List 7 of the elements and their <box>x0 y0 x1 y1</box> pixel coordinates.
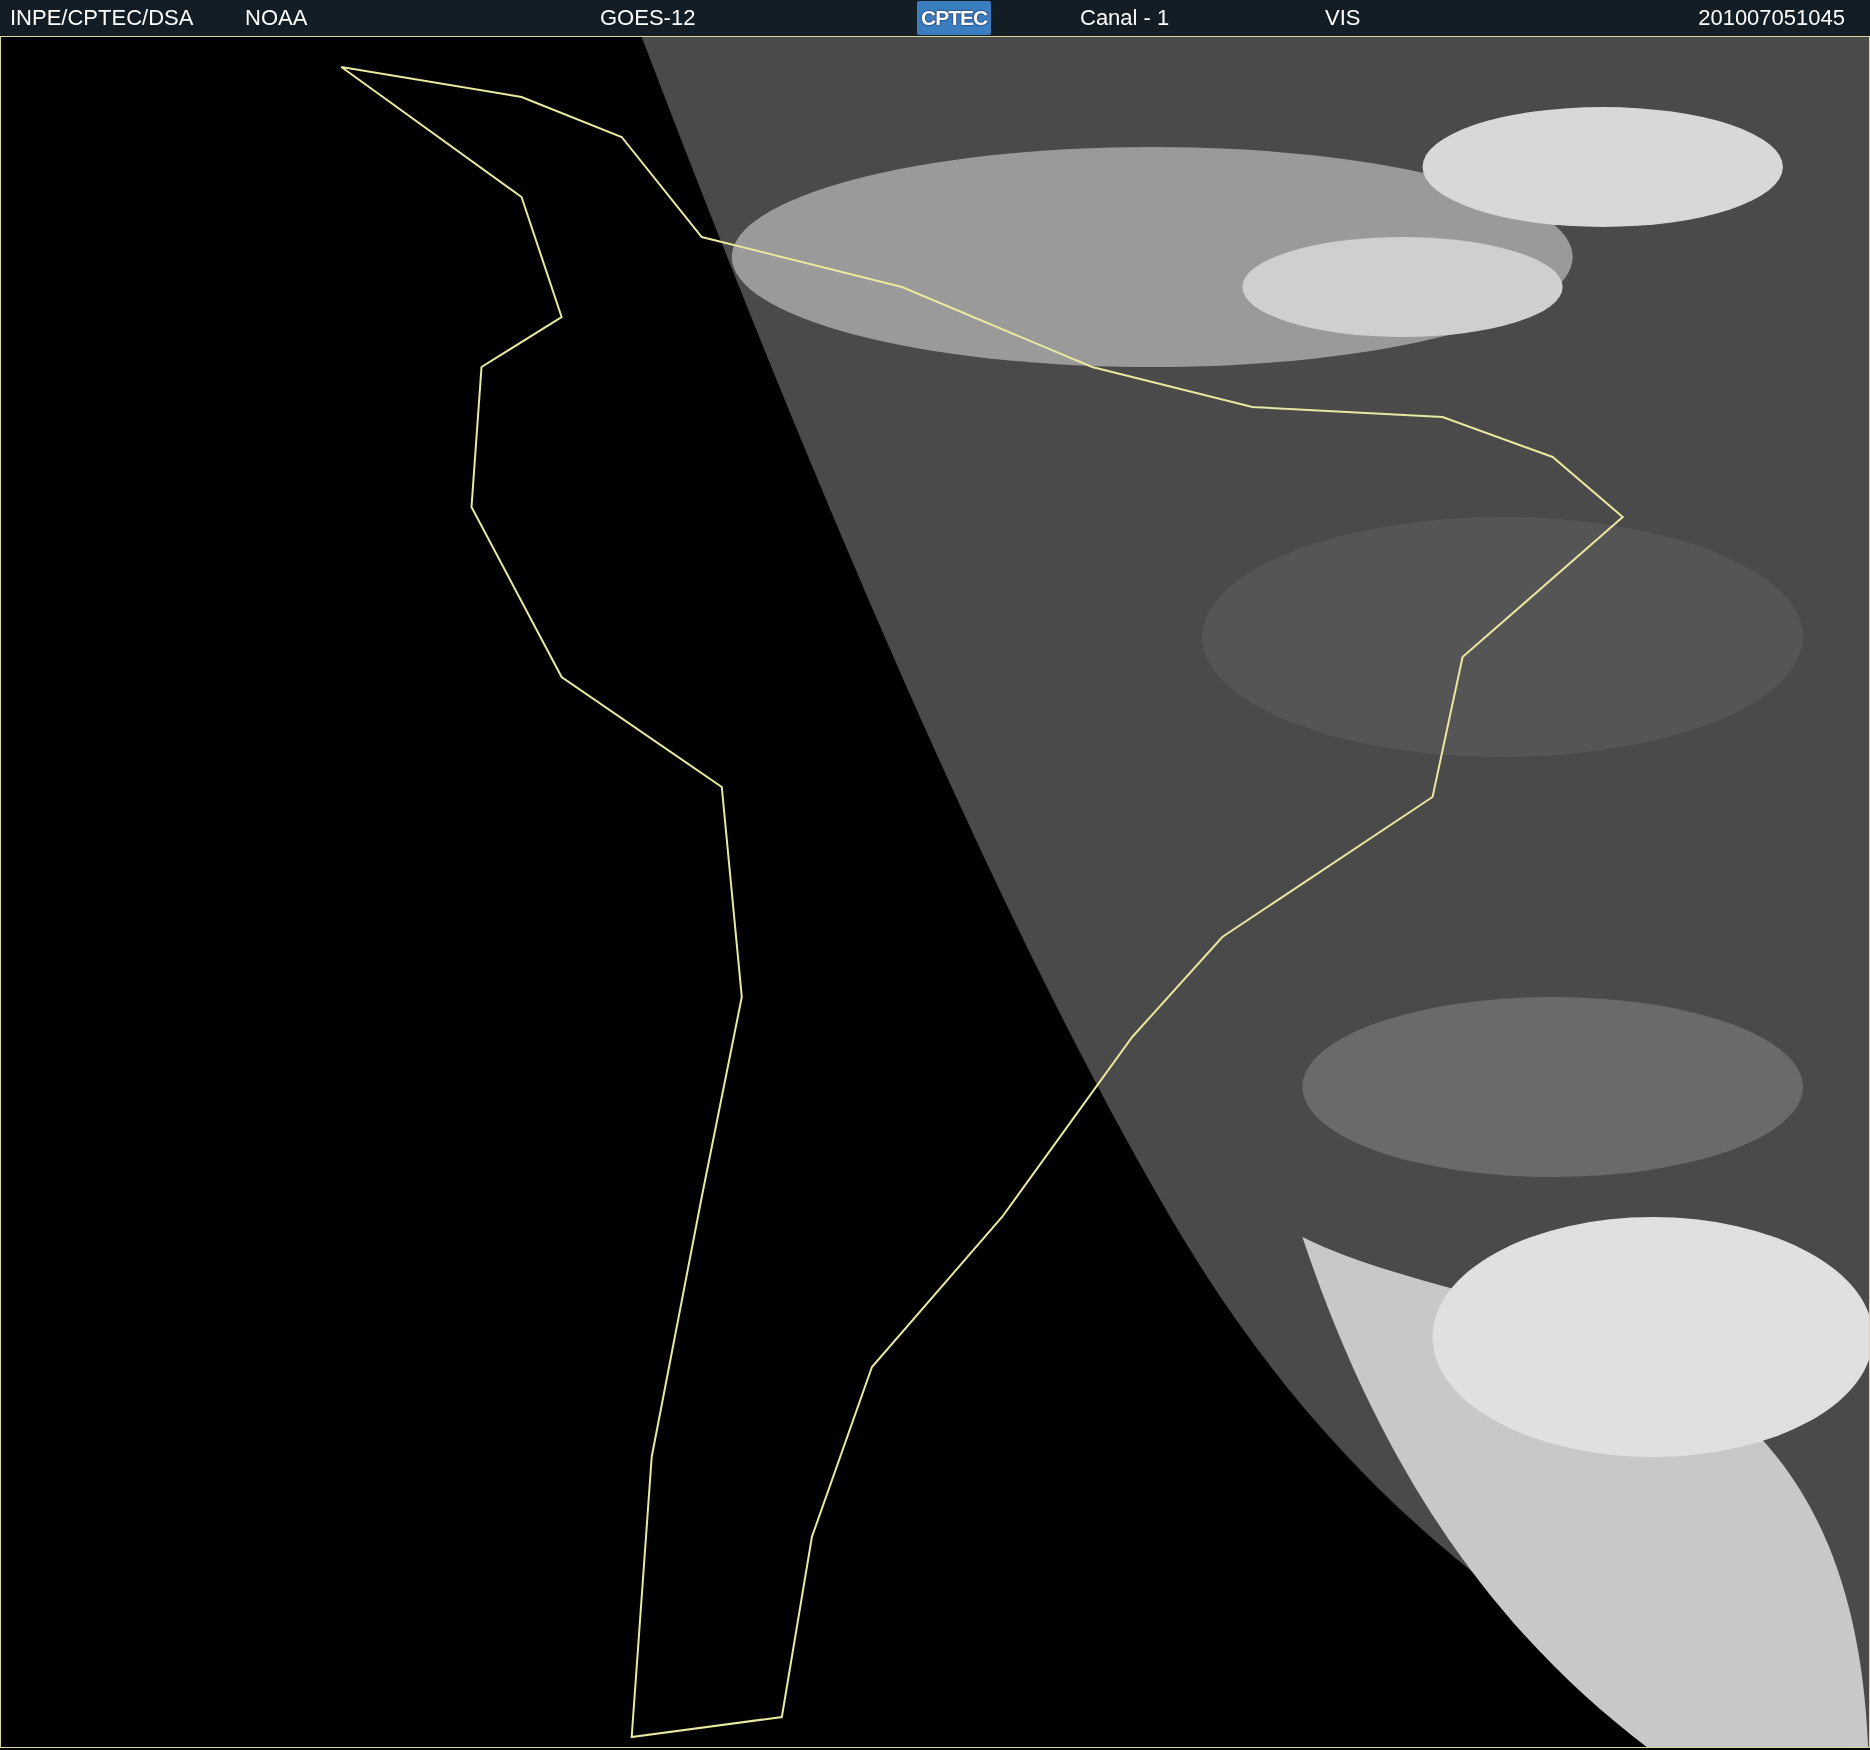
header-label: NOAA <box>245 5 308 31</box>
logo-badge: CPTEC <box>917 1 992 35</box>
header-label: INPE/CPTEC/DSA <box>10 5 194 31</box>
header-label: 201007051045 <box>1698 5 1845 31</box>
header-label: Canal - 1 <box>1080 5 1170 31</box>
header-label: GOES-12 <box>600 5 696 31</box>
header-label: VIS <box>1325 5 1361 31</box>
